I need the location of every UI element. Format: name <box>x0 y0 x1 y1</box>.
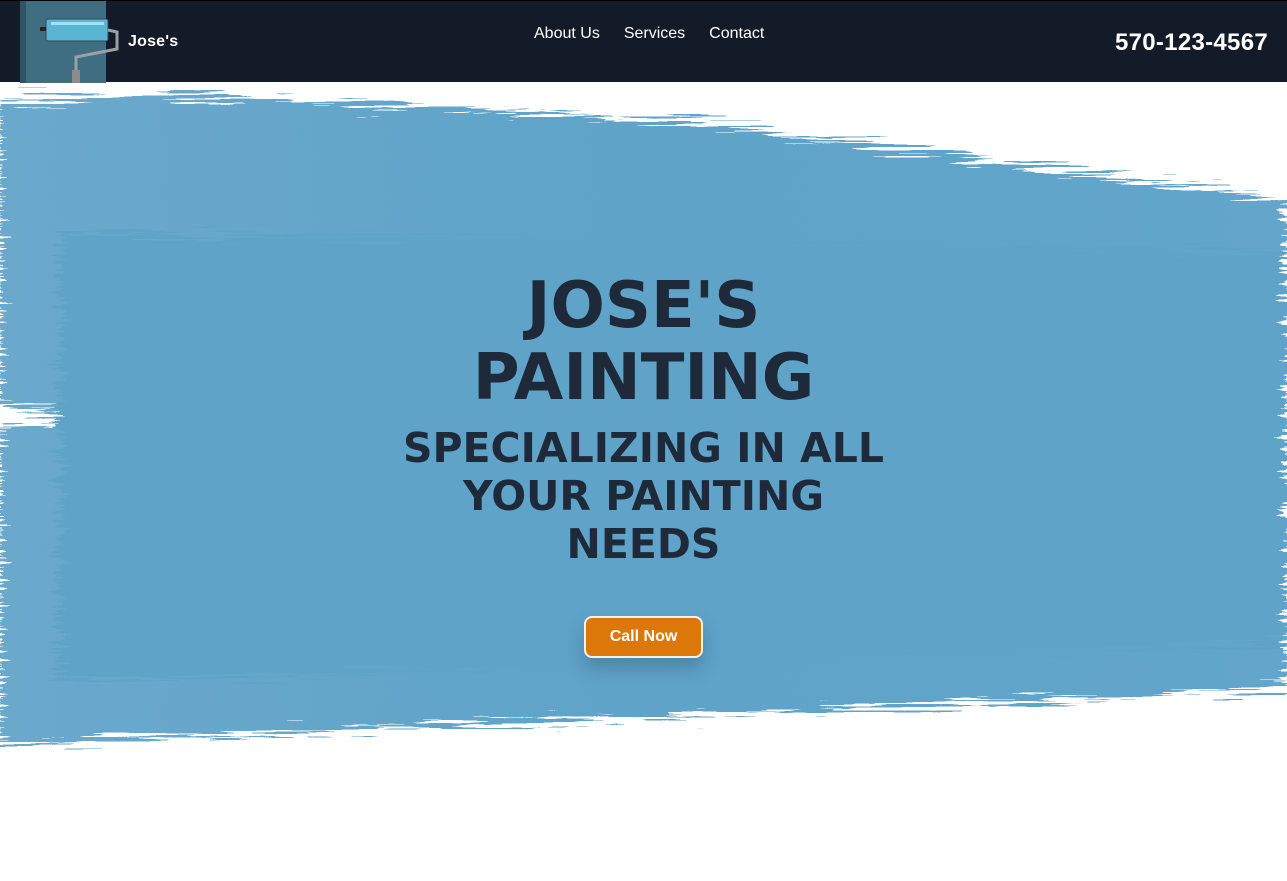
hero-content: JOSE'S PAINTING SPECIALIZING IN ALL YOUR… <box>0 270 1287 658</box>
nav-about-us[interactable]: About Us <box>534 25 600 43</box>
hero-subtitle: SPECIALIZING IN ALL YOUR PAINTING NEEDS <box>402 424 885 568</box>
paint-roller-icon <box>20 1 119 83</box>
nav-contact[interactable]: Contact <box>709 25 764 43</box>
main-nav: About Us Services Contact <box>534 25 764 43</box>
phone-number-link[interactable]: 570-123-4567 <box>1115 29 1268 57</box>
brand-link[interactable]: Jose's <box>20 1 178 83</box>
call-now-button[interactable]: Call Now <box>583 616 704 658</box>
top-navbar: Jose's About Us Services Contact 570-123… <box>0 0 1287 83</box>
hero-section: JOSE'S PAINTING SPECIALIZING IN ALL YOUR… <box>0 82 1287 881</box>
hero-title: JOSE'S PAINTING <box>472 269 815 415</box>
brand-name: Jose's <box>128 33 179 50</box>
nav-services[interactable]: Services <box>624 25 685 43</box>
